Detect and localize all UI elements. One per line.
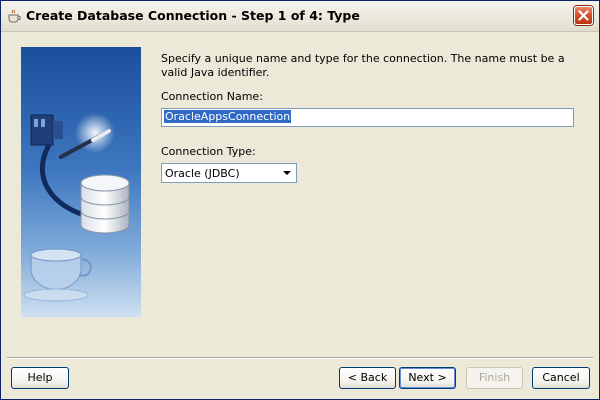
instructions-text: Specify a unique name and type for the c… [161,52,565,79]
close-button[interactable] [574,6,593,25]
title-bar[interactable]: Create Database Connection - Step 1 of 4… [1,1,599,32]
footer-divider [7,357,593,359]
connection-name-label: Connection Name: [161,90,263,103]
close-icon [578,10,589,21]
database-wizard-illustration [21,47,141,317]
connection-type-label-text: Connection Type: [161,145,256,158]
connection-name-value: OracleAppsConnection [162,109,293,124]
cancel-button[interactable]: Cancel [532,367,590,389]
next-button[interactable]: Next > [399,367,456,389]
finish-button: Finish [466,367,523,389]
coffee-cup-icon [6,9,22,23]
connection-type-value: Oracle (JDBC) [165,167,240,180]
back-button[interactable]: < Back [339,367,396,389]
wizard-content: Specify a unique name and type for the c… [1,32,599,356]
connection-name-input[interactable]: OracleAppsConnection [161,108,574,127]
window-title: Create Database Connection - Step 1 of 4… [26,8,360,23]
connection-type-dropdown[interactable]: Oracle (JDBC) [161,163,297,183]
help-button[interactable]: Help [11,367,69,389]
create-database-connection-dialog: Create Database Connection - Step 1 of 4… [0,0,600,400]
connection-name-label-text: Connection Name: [161,90,263,103]
connection-type-label: Connection Type: [161,145,256,158]
chevron-down-icon[interactable] [280,166,294,180]
